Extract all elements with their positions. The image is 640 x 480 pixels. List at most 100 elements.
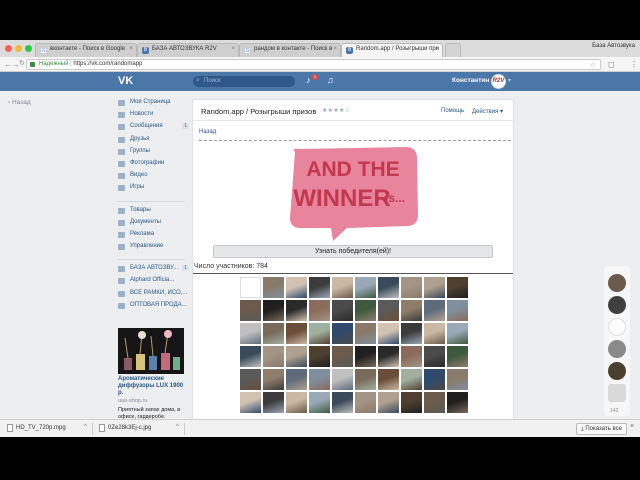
participant-avatar[interactable] xyxy=(447,323,468,344)
sidebar-item[interactable]: Игры xyxy=(117,184,189,196)
participant-avatar[interactable] xyxy=(378,346,399,367)
participant-avatar[interactable] xyxy=(240,277,261,298)
participant-avatar[interactable] xyxy=(355,323,376,344)
participant-avatar[interactable] xyxy=(332,392,353,413)
sidebar-item[interactable]: ВСЕ РАМКИ, ИСО,... xyxy=(117,290,189,302)
help-link[interactable]: Помощь xyxy=(441,108,464,114)
close-window-button[interactable] xyxy=(5,45,12,52)
avatar[interactable] xyxy=(608,296,626,314)
participant-avatar[interactable] xyxy=(447,346,468,367)
participant-avatar[interactable] xyxy=(401,346,422,367)
close-tab-icon[interactable]: × xyxy=(129,46,133,52)
show-all-downloads-button[interactable]: ⤓ Показать все xyxy=(576,423,627,435)
sidebar-item[interactable]: ОПТОВАЯ ПРОДА... xyxy=(117,302,189,314)
participant-avatar[interactable] xyxy=(355,392,376,413)
sidebar-item[interactable]: Товары xyxy=(117,207,189,219)
participant-avatar[interactable] xyxy=(286,392,307,413)
participant-avatar[interactable] xyxy=(240,323,261,344)
participant-avatar[interactable] xyxy=(424,392,445,413)
participant-avatar[interactable] xyxy=(309,369,330,390)
avatar[interactable] xyxy=(608,318,626,336)
participant-avatar[interactable] xyxy=(355,277,376,298)
participant-avatar[interactable] xyxy=(240,300,261,321)
chevron-down-icon[interactable]: ▾ xyxy=(508,77,511,84)
participant-avatar[interactable] xyxy=(401,323,422,344)
back-link-left[interactable]: ‹ Назад xyxy=(8,99,31,106)
sidebar-item[interactable]: Alphard Officia... xyxy=(117,277,189,289)
participant-avatar[interactable] xyxy=(401,300,422,321)
music-icon[interactable]: ♫ xyxy=(327,75,334,85)
participant-avatar[interactable] xyxy=(355,346,376,367)
participant-avatar[interactable] xyxy=(332,323,353,344)
participant-avatar[interactable] xyxy=(447,300,468,321)
participant-avatar[interactable] xyxy=(286,346,307,367)
participant-avatar[interactable] xyxy=(263,300,284,321)
ad-image[interactable] xyxy=(118,328,184,374)
participant-avatar[interactable] xyxy=(263,346,284,367)
browser-tab[interactable]: G рандом в контакте - Поиск в × xyxy=(239,43,341,57)
participant-avatar[interactable] xyxy=(240,392,261,413)
participant-avatar[interactable] xyxy=(355,300,376,321)
close-tab-icon[interactable]: × xyxy=(333,46,337,52)
participant-avatar[interactable] xyxy=(378,369,399,390)
sidebar-item[interactable]: Сообщения 1 xyxy=(117,123,189,135)
vk-logo[interactable]: VK xyxy=(118,75,133,87)
sidebar-item[interactable]: Новости xyxy=(117,111,189,123)
participant-avatar[interactable] xyxy=(286,277,307,298)
participant-avatar[interactable] xyxy=(424,369,445,390)
participant-avatar[interactable] xyxy=(424,277,445,298)
participant-avatar[interactable] xyxy=(240,346,261,367)
sidebar-item[interactable]: Управление xyxy=(117,243,189,255)
participant-avatar[interactable] xyxy=(424,346,445,367)
minimize-window-button[interactable] xyxy=(15,45,22,52)
participant-avatar[interactable] xyxy=(424,300,445,321)
participant-avatar[interactable] xyxy=(309,300,330,321)
avatar[interactable]: R2V xyxy=(491,74,506,89)
bookmark-star-icon[interactable]: ☆ xyxy=(590,61,596,69)
participant-avatar[interactable] xyxy=(378,300,399,321)
participant-avatar[interactable] xyxy=(424,323,445,344)
participant-avatar[interactable] xyxy=(263,369,284,390)
participant-avatar[interactable] xyxy=(401,277,422,298)
profile-name[interactable]: База Автозвука xyxy=(592,43,635,49)
participant-avatar[interactable] xyxy=(378,392,399,413)
chevron-up-icon[interactable]: ^ xyxy=(84,424,87,430)
back-arrow-icon[interactable]: ← xyxy=(4,60,12,69)
avatar[interactable] xyxy=(608,362,626,380)
find-winner-button[interactable]: Узнать победителя(ей)! xyxy=(213,245,493,258)
avatar[interactable] xyxy=(608,340,626,358)
extension-icon[interactable]: ◻ xyxy=(608,60,615,69)
reload-icon[interactable]: ↻ xyxy=(19,59,25,67)
participant-avatar[interactable] xyxy=(332,369,353,390)
participant-avatar[interactable] xyxy=(447,392,468,413)
participant-avatar[interactable] xyxy=(447,277,468,298)
participant-avatar[interactable] xyxy=(286,323,307,344)
participant-avatar[interactable] xyxy=(263,392,284,413)
avatar[interactable] xyxy=(608,384,626,402)
sidebar-item[interactable]: Фотографии xyxy=(117,160,189,172)
participant-avatar[interactable] xyxy=(378,323,399,344)
menu-icon[interactable]: ⋮ xyxy=(630,60,638,69)
sidebar-item[interactable]: Группы xyxy=(117,148,189,160)
participant-avatar[interactable] xyxy=(309,277,330,298)
participant-avatar[interactable] xyxy=(309,392,330,413)
avatar[interactable] xyxy=(608,274,626,292)
browser-tab[interactable]: G вконтакте - Поиск в Google × xyxy=(35,43,137,57)
maximize-window-button[interactable] xyxy=(25,45,32,52)
ad-title[interactable]: Ароматические диффузоры LUX 1900 р. xyxy=(118,376,188,397)
close-tab-icon[interactable]: × xyxy=(231,46,235,52)
app-back-link[interactable]: Назад xyxy=(199,129,216,135)
sidebar-item[interactable]: Видео xyxy=(117,172,189,184)
sidebar-item[interactable]: БАЗА АВТОЗВУ... 1 xyxy=(117,265,189,277)
bell-icon[interactable]: ♪ xyxy=(306,75,311,85)
participant-avatar[interactable] xyxy=(263,323,284,344)
new-tab-button[interactable] xyxy=(445,43,461,57)
download-item[interactable]: 0Ze28k3Ej-c.jpg xyxy=(98,423,151,435)
participant-avatar[interactable] xyxy=(332,346,353,367)
close-icon[interactable]: × xyxy=(630,423,634,430)
chevron-up-icon[interactable]: ^ xyxy=(176,424,179,430)
vk-search-input[interactable]: ⌕ Поиск xyxy=(193,76,295,87)
ad-host[interactable]: uao-shop.ru xyxy=(118,398,147,404)
participant-avatar[interactable] xyxy=(378,277,399,298)
participant-avatar[interactable] xyxy=(286,300,307,321)
